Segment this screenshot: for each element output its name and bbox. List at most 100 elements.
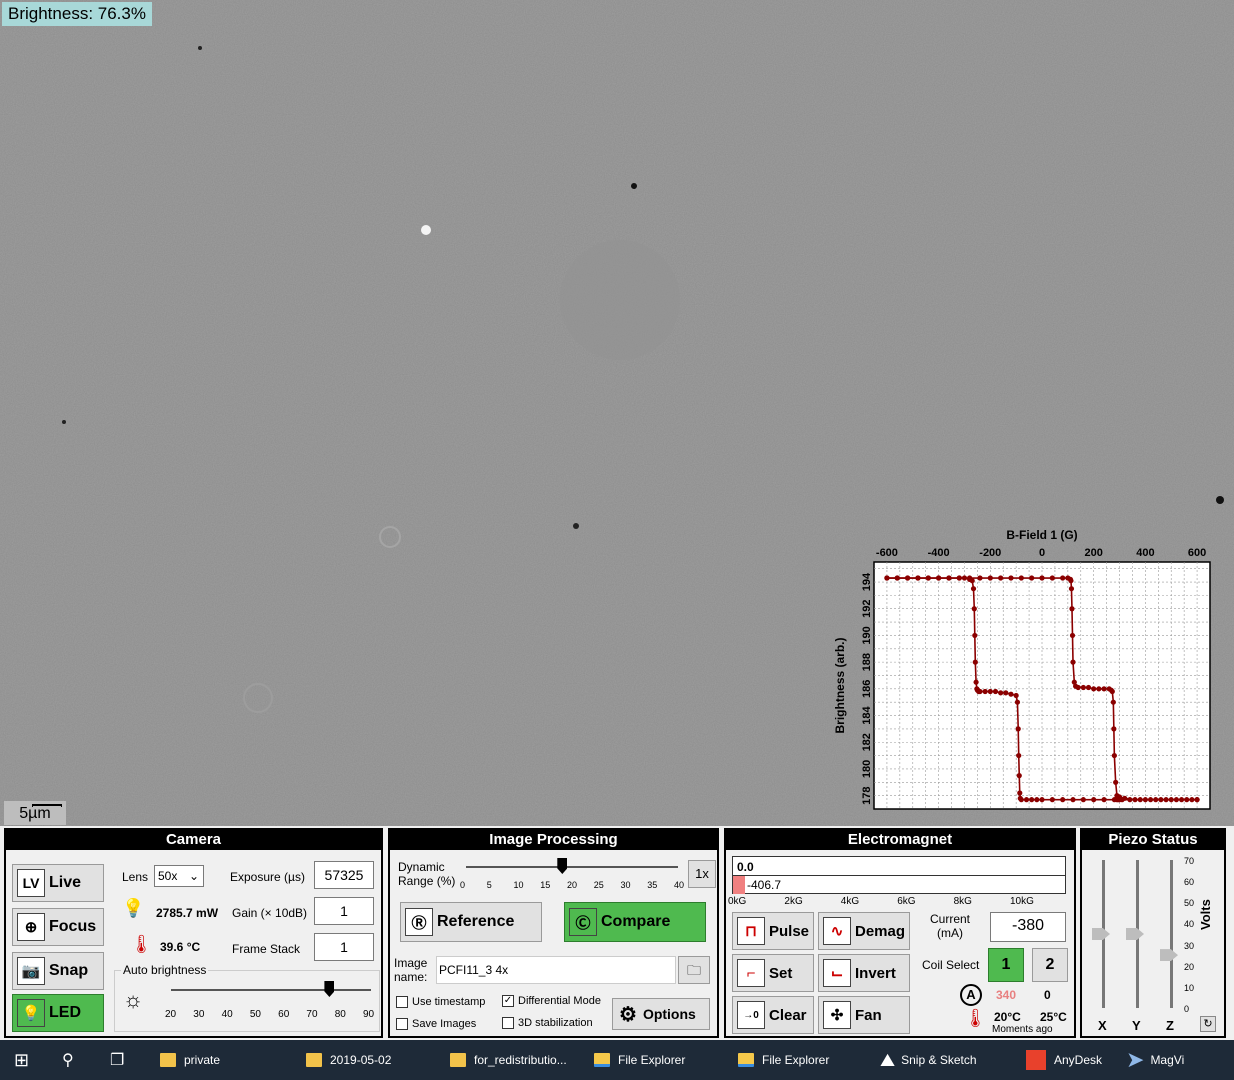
- differential-mode-checkbox[interactable]: ✓ Differential Mode: [502, 995, 601, 1007]
- data-point: [1163, 797, 1169, 803]
- taskbar-item-date-folder[interactable]: 2019-05-02: [306, 1040, 391, 1080]
- search-button[interactable]: ⚲: [62, 1040, 86, 1080]
- stabilization-checkbox[interactable]: 3D stabilization: [502, 1017, 593, 1029]
- y-tick-label: 194: [861, 572, 873, 591]
- current-input[interactable]: -380: [990, 912, 1066, 942]
- image-name-input[interactable]: PCFI11_3 4x: [436, 956, 676, 984]
- data-point: [1080, 684, 1086, 691]
- power-value: 2785.7 mW: [156, 906, 219, 920]
- lens-select[interactable]: 50x ⌄: [154, 865, 204, 887]
- taskbar-item-snip-sketch[interactable]: ⛰ Snip & Sketch: [880, 1040, 977, 1080]
- clear-button[interactable]: →0 Clear: [732, 996, 814, 1034]
- auto-brightness-track[interactable]: [171, 989, 371, 991]
- snap-label: Snap: [49, 962, 89, 979]
- camera-panel: Camera LV Live ⊕ Focus 📷 Snap 💡 LED Lens…: [4, 828, 383, 1038]
- tick-label: 80: [334, 1009, 346, 1020]
- data-point: [1017, 790, 1023, 796]
- ammeter-value-2: 0: [1044, 988, 1051, 1002]
- stabilization-box: [502, 1017, 514, 1029]
- use-timestamp-box: [396, 996, 408, 1008]
- demag-button[interactable]: ∿ Demag: [818, 912, 910, 950]
- reference-button[interactable]: Ⓡ Reference: [400, 902, 542, 942]
- data-point: [925, 575, 931, 581]
- exposure-input[interactable]: 57325: [314, 861, 374, 889]
- data-point: [1049, 575, 1055, 581]
- frame-stack-input[interactable]: 1: [314, 933, 374, 961]
- live-label: Live: [49, 874, 82, 891]
- coil-1-button[interactable]: 1: [988, 948, 1024, 982]
- dynamic-range-track[interactable]: [466, 866, 678, 868]
- folder-button[interactable]: 🗀: [678, 956, 710, 984]
- coil-2-button[interactable]: 2: [1032, 948, 1068, 982]
- led-label: LED: [49, 1004, 81, 1021]
- pulse-label: Pulse: [769, 922, 810, 940]
- taskbar-item-file-explorer-1[interactable]: File Explorer: [594, 1040, 685, 1080]
- y-tick-label: 188: [861, 653, 873, 671]
- start-button[interactable]: ⊞: [14, 1040, 38, 1080]
- tick-label: 30: [193, 1009, 205, 1020]
- magvi-plane-icon: ➤: [1126, 1047, 1145, 1072]
- use-timestamp-checkbox[interactable]: Use timestamp: [396, 996, 485, 1008]
- pulse-icon: ⊓: [737, 917, 765, 945]
- piezo-level-z: [1160, 949, 1178, 962]
- focus-button[interactable]: ⊕ Focus: [12, 908, 104, 946]
- compare-label: Compare: [601, 913, 671, 930]
- data-point: [1114, 793, 1120, 799]
- taskbar-item-label: File Explorer: [762, 1053, 830, 1067]
- taskbar-item-magvi[interactable]: ➤ MagVi: [1126, 1040, 1184, 1080]
- piezo-level-y: [1126, 928, 1144, 940]
- taskbar-item-redistribution[interactable]: for_redistributio...: [450, 1040, 567, 1080]
- data-point: [1194, 797, 1200, 803]
- data-point: [1039, 575, 1045, 581]
- differential-mode-label: Differential Mode: [518, 995, 601, 1007]
- data-point: [1016, 773, 1022, 779]
- gain-input[interactable]: 1: [314, 897, 374, 925]
- dynamic-range-thumb[interactable]: [557, 858, 568, 874]
- differential-check-icon: ✓: [502, 995, 514, 1007]
- auto-brightness-thumb[interactable]: [324, 981, 335, 997]
- microscope-image-view[interactable]: Brightness: 76.3% 5µm -600 -400 -200 0 200 40…: [0, 0, 1234, 826]
- led-button[interactable]: 💡 LED: [12, 994, 104, 1032]
- tick-label: 15: [540, 880, 551, 890]
- file-explorer-icon: [594, 1053, 610, 1067]
- tick-label: 20: [567, 880, 578, 890]
- dynamic-range-label: Dynamic Range (%): [398, 860, 456, 888]
- data-point: [973, 679, 979, 685]
- taskbar-item-file-explorer-2[interactable]: File Explorer: [738, 1040, 829, 1080]
- data-point: [972, 632, 978, 639]
- data-point: [977, 575, 983, 581]
- tick-label: 10: [513, 880, 524, 890]
- zoom-button[interactable]: 1x: [688, 860, 716, 888]
- pulse-button[interactable]: ⊓ Pulse: [732, 912, 814, 950]
- compare-button[interactable]: Ⓒ Compare: [564, 902, 706, 942]
- set-button[interactable]: ⌐ Set: [732, 954, 814, 992]
- options-button[interactable]: ⚙ Options: [612, 998, 710, 1030]
- magnet-temp-time: Moments ago: [992, 1024, 1053, 1035]
- tick-label: 30: [620, 880, 631, 890]
- auto-brightness-icon: ☼: [123, 987, 144, 1012]
- live-button[interactable]: LV Live: [12, 864, 104, 902]
- data-point: [1003, 690, 1009, 696]
- fan-button[interactable]: ✣ Fan: [818, 996, 910, 1034]
- data-point: [1018, 797, 1024, 803]
- task-view-button[interactable]: ❐: [110, 1040, 134, 1080]
- fan-label: Fan: [855, 1006, 882, 1024]
- tick-label: 10kG: [1010, 896, 1034, 907]
- piezo-axis-label: Y: [1132, 1018, 1141, 1033]
- bulb-power-icon: 💡: [122, 898, 145, 918]
- save-images-checkbox[interactable]: Save Images: [396, 1018, 476, 1030]
- piezo-level-x: [1092, 928, 1110, 940]
- data-point: [1016, 752, 1022, 759]
- data-point: [971, 606, 977, 612]
- piezo-tick-label: 10: [1184, 982, 1195, 993]
- tick-label: 5: [486, 880, 492, 890]
- snap-button[interactable]: 📷 Snap: [12, 952, 104, 990]
- invert-button[interactable]: ⌙ Invert: [818, 954, 910, 992]
- tick-label: 6kG: [897, 896, 916, 907]
- refresh-button[interactable]: ↻: [1200, 1016, 1216, 1032]
- field-meter-divider: [733, 875, 1065, 876]
- taskbar-item-anydesk[interactable]: AnyDesk: [1026, 1040, 1102, 1080]
- x-tick-label: 0: [1039, 547, 1045, 559]
- crosshair-icon: ⊕: [17, 913, 45, 941]
- taskbar-item-private[interactable]: private: [160, 1040, 220, 1080]
